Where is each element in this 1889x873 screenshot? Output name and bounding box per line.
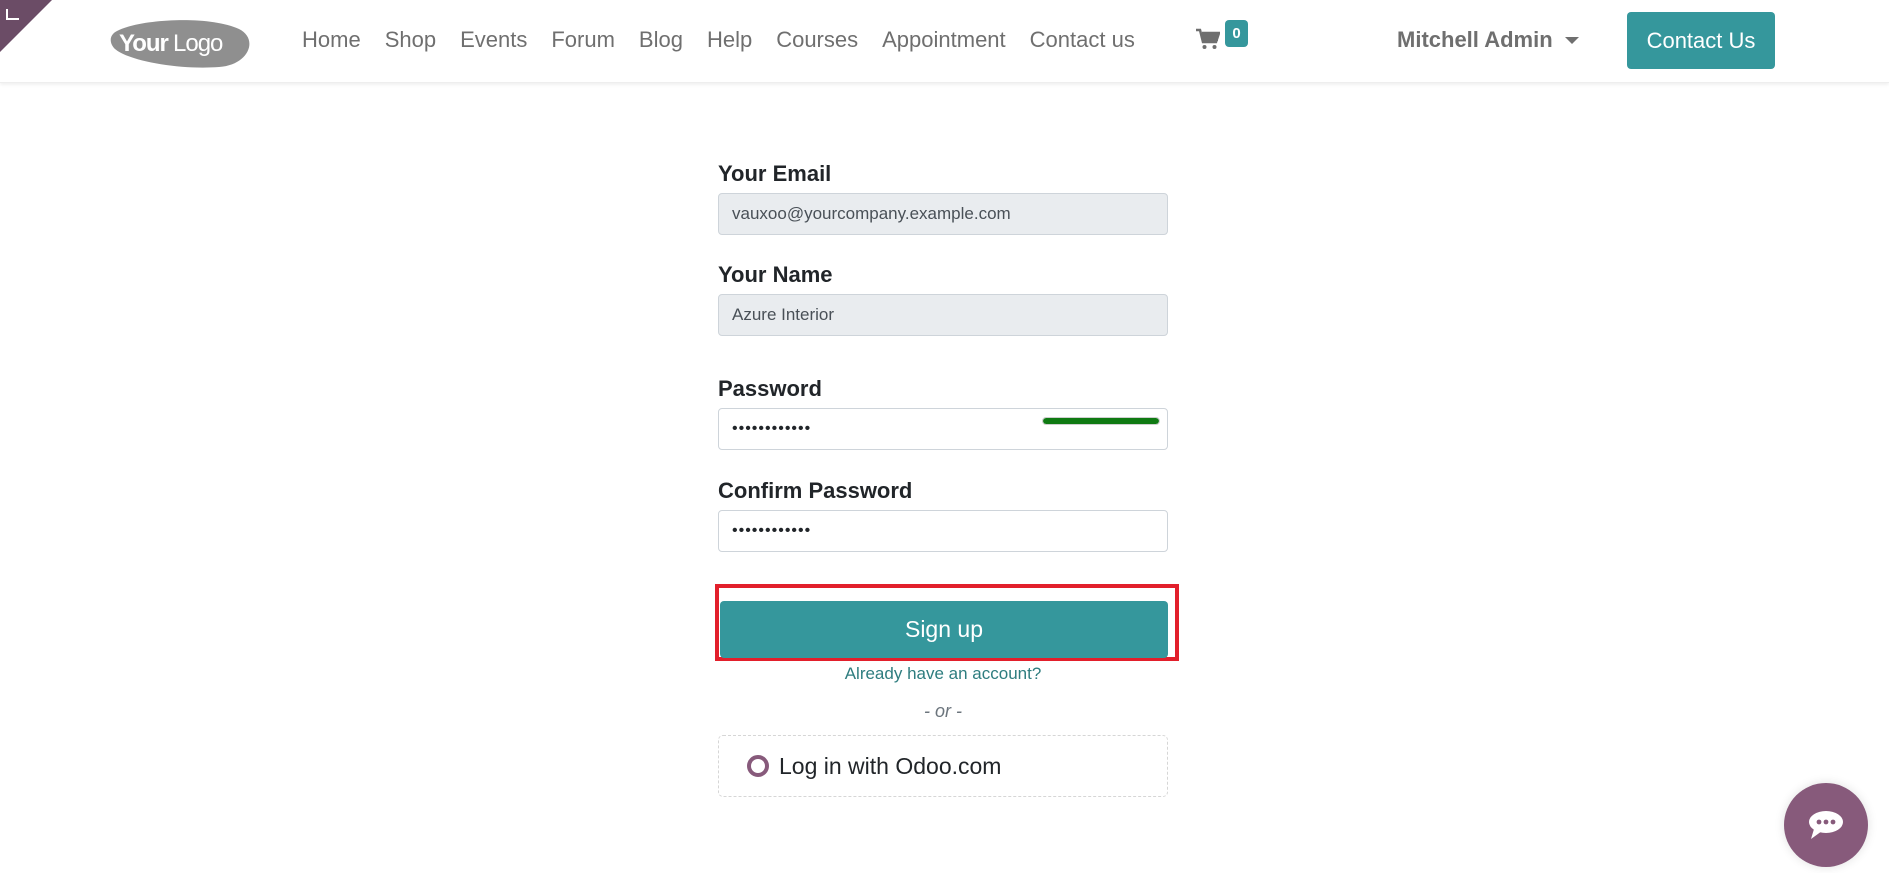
nav-courses[interactable]: Courses [764,22,870,58]
main-nav: Home Shop Events Forum Blog Help Courses… [290,22,1147,58]
confirm-password-field-group: Confirm Password •••••••••••• [718,477,1168,552]
password-field-group: Password •••••••••••• [718,375,1168,477]
or-divider: - or - [924,701,962,721]
logo-text-light: Logo [173,30,223,57]
email-label: Your Email [718,161,832,186]
nav-help[interactable]: Help [695,22,764,58]
email-field-group: Your Email vauxoo@yourcompany.example.co… [718,160,1168,261]
password-strength-meter [1042,417,1160,425]
chevron-down-icon [1564,36,1579,44]
editor-corner-toggle[interactable] [0,0,52,52]
site-header: Your Logo Home Shop Events Forum Blog He… [0,0,1889,83]
signup-form: Your Email vauxoo@yourcompany.example.co… [718,160,1168,552]
company-logo[interactable]: Your Logo [109,17,253,69]
corner-expand-icon [6,9,19,20]
name-field-group: Your Name Azure Interior [718,261,1168,375]
name-input[interactable]: Azure Interior [718,294,1168,336]
nav-home[interactable]: Home [290,22,373,58]
user-menu-dropdown[interactable]: Mitchell Admin [1397,22,1579,58]
logo-text-bold: Your [119,30,169,57]
nav-appointment[interactable]: Appointment [870,22,1018,58]
nav-events[interactable]: Events [448,22,539,58]
live-chat-button[interactable] [1784,783,1868,867]
nav-forum[interactable]: Forum [539,22,627,58]
odoo-login-label: Log in with Odoo.com [779,752,1002,779]
password-strength-fill [1043,418,1159,424]
password-value: •••••••••••• [732,420,812,437]
odoo-login-button[interactable]: Log in with Odoo.com [718,735,1168,797]
name-label: Your Name [718,262,833,287]
password-label: Password [718,376,822,401]
nav-blog[interactable]: Blog [627,22,695,58]
chat-bubble-icon [1809,811,1843,839]
nav-shop[interactable]: Shop [373,22,448,58]
confirm-password-label: Confirm Password [718,478,913,503]
shopping-cart-icon[interactable] [1196,28,1220,50]
sign-up-button[interactable]: Sign up [720,601,1168,658]
odoo-circle-icon [747,755,769,777]
cart-count-badge[interactable]: 0 [1225,20,1248,47]
user-name: Mitchell Admin [1397,27,1553,52]
already-have-account-link[interactable]: Already have an account? [718,664,1168,684]
password-input[interactable]: •••••••••••• [718,408,1168,450]
contact-us-button[interactable]: Contact Us [1627,12,1775,69]
confirm-password-input[interactable]: •••••••••••• [718,510,1168,552]
email-input[interactable]: vauxoo@yourcompany.example.com [718,193,1168,235]
confirm-password-value: •••••••••••• [732,522,812,539]
nav-contact-us[interactable]: Contact us [1018,22,1147,58]
